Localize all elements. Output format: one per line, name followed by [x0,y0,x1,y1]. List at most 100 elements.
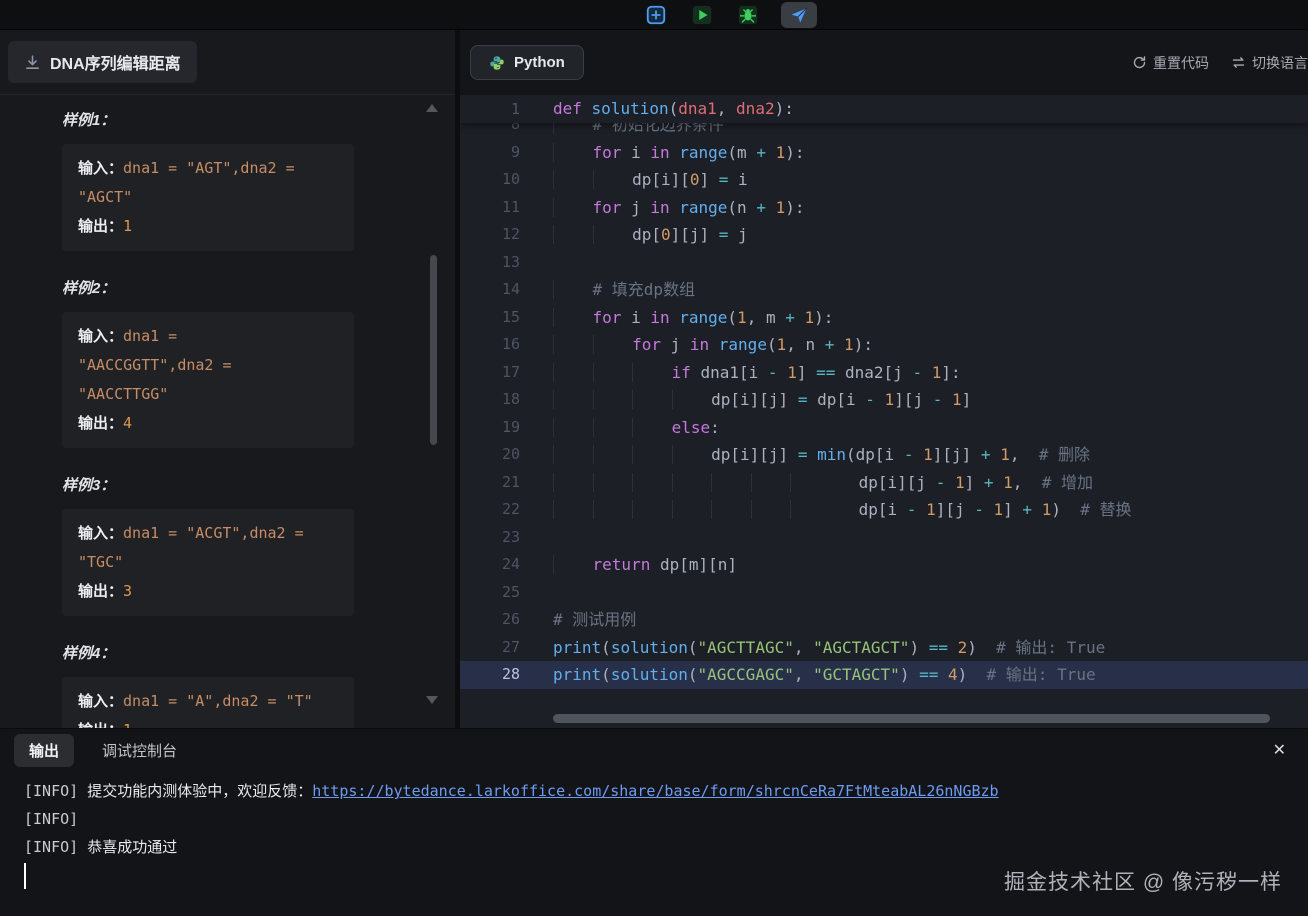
scroll-up-arrow[interactable] [426,104,438,112]
output-value: 1 [123,721,132,728]
output-value: 3 [123,582,132,600]
line-code: dp[i][j] = dp[i - 1][j - 1] [553,386,971,414]
example-heading: 样例3： [62,474,399,495]
reset-code-label: 重置代码 [1153,53,1209,73]
line-code: dp[i][j - 1] + 1, # 增加 [553,469,1093,497]
line-code: for i in range(1, m + 1): [553,304,833,332]
code-line[interactable]: 27print(solution("AGCTTAGC", "AGCTAGCT")… [460,634,1308,662]
editor-hscrollbar-thumb[interactable] [553,714,1270,723]
line-number: 26 [460,606,520,634]
close-icon[interactable]: ✕ [1265,736,1294,764]
line-number: 19 [460,414,520,442]
line-number: 13 [460,249,520,277]
input-label: 输入： [78,525,123,542]
code-line[interactable]: 21 dp[i][j - 1] + 1, # 增加 [460,469,1308,497]
code-line[interactable]: 19 else: [460,414,1308,442]
download-icon [24,54,41,71]
line-code: def solution(dna1, dna2): [553,95,794,123]
code-line[interactable]: 18 dp[i][j] = dp[i - 1][j - 1] [460,386,1308,414]
example-output: 输出：1 [78,212,318,241]
line-number: 23 [460,524,520,552]
code-line[interactable]: 20 dp[i][j] = min(dp[i - 1][j] + 1, # 删除 [460,441,1308,469]
console-tabs: 输出 调试控制台 ✕ [0,729,1308,771]
line-code: dp[i][j] = min(dp[i - 1][j] + 1, # 删除 [553,441,1090,469]
code-line[interactable]: 10 dp[i][0] = i [460,166,1308,194]
console-line: [INFO] 提交功能内测体验中，欢迎反馈：https://bytedance.… [24,777,1284,805]
editor-header: Python 重置代码 切换语言 [460,30,1308,95]
play-icon [691,4,713,26]
line-number: 9 [460,139,520,167]
line-code: if dna1[i - 1] == dna2[j - 1]: [553,359,961,387]
output-label: 输出： [78,415,123,432]
example-box: 输入：dna1 = "A",dna2 = "T"输出：1 [62,677,354,728]
example-output: 输出：3 [78,577,318,606]
reset-code-button[interactable]: 重置代码 [1132,53,1209,73]
code-line[interactable]: 16 for j in range(1, n + 1): [460,331,1308,359]
line-number: 16 [460,331,520,359]
code-line[interactable]: 23 [460,524,1308,552]
example-output: 输出：1 [78,716,318,728]
feedback-link[interactable]: https://bytedance.larkoffice.com/share/b… [312,782,998,800]
code-line[interactable]: 12 dp[0][j] = j [460,221,1308,249]
line-number: 17 [460,359,520,387]
code-line[interactable]: 15 for i in range(1, m + 1): [460,304,1308,332]
switch-language-button[interactable]: 切换语言 [1231,53,1308,73]
line-code: else: [553,414,720,442]
reset-icon [1132,55,1147,70]
code-line[interactable]: 25 [460,579,1308,607]
examples-list: 样例1：输入：dna1 = "AGT",dna2 = "AGCT"输出：1样例2… [0,95,455,728]
line-number: 10 [460,166,520,194]
tab-output[interactable]: 输出 [14,734,74,767]
code-line[interactable]: 26 # 测试用例 [460,606,1308,634]
left-scrollbar-thumb[interactable] [430,255,437,445]
line-number: 11 [460,194,520,222]
input-label: 输入： [78,693,123,710]
code-line[interactable]: 13 [460,249,1308,277]
line-code: dp[i - 1][j - 1] + 1) # 替换 [553,496,1132,524]
example-box: 输入：dna1 = "ACGT",dna2 = "TGC"输出：3 [62,509,354,616]
example-input: 输入：dna1 = "A",dna2 = "T" [78,687,318,716]
log-level: [INFO] [24,838,78,856]
log-level: [INFO] [24,782,78,800]
line-code: print(solution("AGCTTAGC", "AGCTAGCT") =… [553,634,1105,662]
sticky-line: 1def solution(dna1, dna2): [460,95,1308,123]
line-number: 15 [460,304,520,332]
line-number: 12 [460,221,520,249]
bug-icon [737,4,759,26]
problem-title-chip[interactable]: DNA序列编辑距离 [8,41,197,83]
line-number: 18 [460,386,520,414]
log-level: [INFO] [24,810,78,828]
debug-button[interactable] [735,2,761,28]
submit-button[interactable] [781,2,817,28]
code-line[interactable]: 17 if dna1[i - 1] == dna2[j - 1]: [460,359,1308,387]
example-input: 输入：dna1 = "AACCGGTT",dna2 = "AACCTTGG" [78,322,318,409]
input-label: 输入： [78,328,123,345]
code-line[interactable]: 24 return dp[m][n] [460,551,1308,579]
console-line: [INFO] 恭喜成功通过 [24,833,1284,861]
tab-debug-console[interactable]: 调试控制台 [102,740,177,761]
code-line[interactable]: 11 for j in range(n + 1): [460,194,1308,222]
line-code: # 填充dp数组 [553,276,695,304]
add-button[interactable] [643,2,669,28]
example-input: 输入：dna1 = "ACGT",dna2 = "TGC" [78,519,318,577]
input-label: 输入： [78,160,123,177]
language-selector[interactable]: Python [470,45,584,80]
output-value: 4 [123,414,132,432]
problem-title: DNA序列编辑距离 [50,50,181,74]
plus-square-icon [645,4,667,26]
problem-panel: DNA序列编辑距离 样例1：输入：dna1 = "AGT",dna2 = "AG… [0,30,460,728]
code-line[interactable]: 9 for i in range(m + 1): [460,139,1308,167]
editor-panel: Python 重置代码 切换语言 8 # 初始化边界条件9 for i in r… [460,30,1308,728]
scroll-down-arrow[interactable] [426,696,438,704]
code-line[interactable]: 22 dp[i - 1][j - 1] + 1) # 替换 [460,496,1308,524]
line-code: dp[i][0] = i [553,166,748,194]
code-line[interactable]: 28print(solution("AGCCGAGC", "GCTAGCT") … [460,661,1308,689]
code-line[interactable]: 1def solution(dna1, dna2): [460,95,1308,123]
code-line[interactable]: 14 # 填充dp数组 [460,276,1308,304]
code-editor[interactable]: 8 # 初始化边界条件9 for i in range(m + 1):10 dp… [460,95,1308,728]
example-heading: 样例4： [62,642,399,663]
example-heading: 样例2： [62,277,399,298]
run-button[interactable] [689,2,715,28]
line-number: 14 [460,276,520,304]
line-code: # 测试用例 [553,606,636,634]
